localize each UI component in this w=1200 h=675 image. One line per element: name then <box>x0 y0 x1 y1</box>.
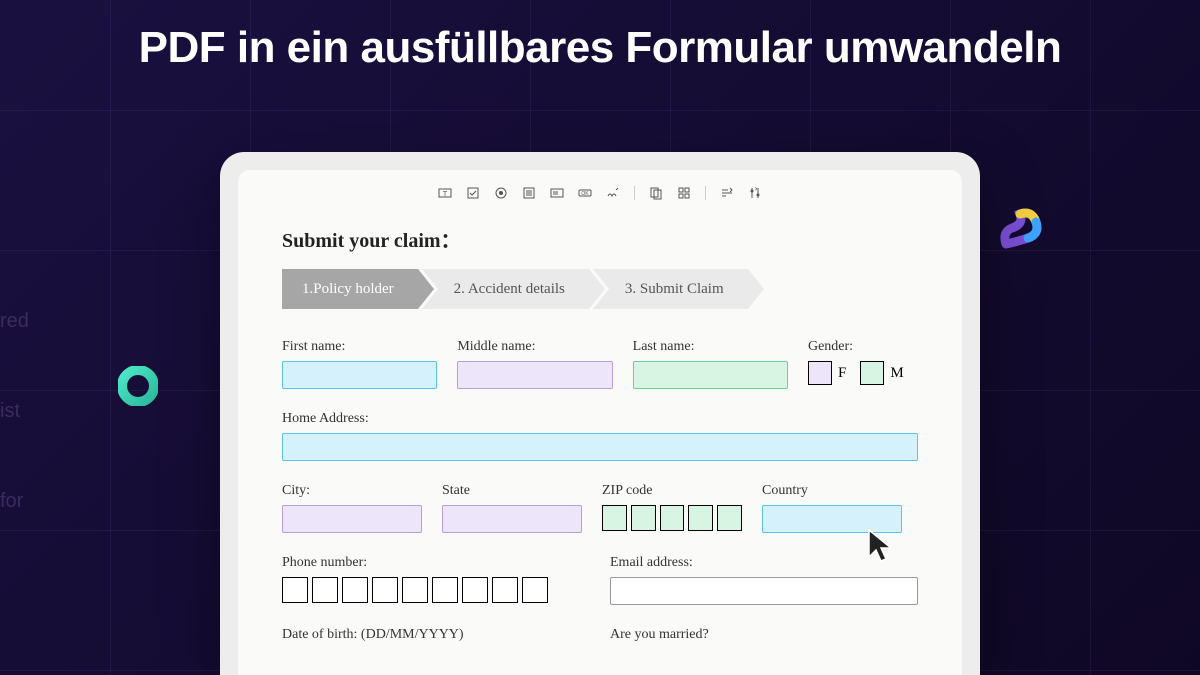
svg-text:OK: OK <box>581 191 589 197</box>
home-address-label: Home Address: <box>282 411 918 427</box>
first-name-input[interactable] <box>282 361 437 389</box>
gender-f-checkbox[interactable] <box>808 361 832 385</box>
settings-icon[interactable] <box>748 186 762 200</box>
middle-name-label: Middle name: <box>457 339 612 355</box>
last-name-label: Last name: <box>633 339 788 355</box>
list-icon[interactable] <box>522 186 536 200</box>
home-address-input[interactable] <box>282 433 918 461</box>
step-accident-details[interactable]: 2. Accident details <box>422 269 589 309</box>
phone-cell-5[interactable] <box>402 577 428 603</box>
form-document: Submit your claim： 1.Policy holder 2. Ac… <box>238 214 962 643</box>
phone-cell-4[interactable] <box>372 577 398 603</box>
zip-cell-5[interactable] <box>717 505 742 531</box>
align-icon[interactable] <box>720 186 734 200</box>
state-input[interactable] <box>442 505 582 533</box>
form-toolbar: T OK <box>238 182 962 214</box>
zip-cell-1[interactable] <box>602 505 627 531</box>
phone-cell-6[interactable] <box>432 577 458 603</box>
phone-cell-3[interactable] <box>342 577 368 603</box>
gender-label: Gender: <box>808 339 918 355</box>
step-submit-claim[interactable]: 3. Submit Claim <box>593 269 748 309</box>
text-field-icon[interactable]: T <box>438 186 452 200</box>
checkbox-icon[interactable] <box>466 186 480 200</box>
phone-cell-8[interactable] <box>492 577 518 603</box>
married-label: Are you married? <box>610 627 918 643</box>
phone-label: Phone number: <box>282 555 590 571</box>
torus-decoration <box>118 366 158 406</box>
email-input[interactable] <box>610 577 918 605</box>
page-headline: PDF in ein ausfüllbares Formular umwande… <box>0 0 1200 75</box>
step-breadcrumb: 1.Policy holder 2. Accident details 3. S… <box>282 269 918 309</box>
squiggle-decoration <box>994 200 1050 256</box>
signature-icon[interactable] <box>606 186 620 200</box>
gender-m-checkbox[interactable] <box>860 361 884 385</box>
radio-icon[interactable] <box>494 186 508 200</box>
country-label: Country <box>762 483 902 499</box>
dob-label: Date of birth: (DD/MM/YYYY) <box>282 627 590 643</box>
city-label: City: <box>282 483 422 499</box>
toolbar-separator <box>705 186 706 200</box>
step-policy-holder[interactable]: 1.Policy holder <box>282 269 418 309</box>
button-icon[interactable]: OK <box>578 186 592 200</box>
bg-text-1: red <box>0 310 29 333</box>
phone-cell-2[interactable] <box>312 577 338 603</box>
first-name-label: First name: <box>282 339 437 355</box>
copy-icon[interactable] <box>649 186 663 200</box>
city-input[interactable] <box>282 505 422 533</box>
form-title: Submit your claim： <box>282 224 918 253</box>
phone-cell-1[interactable] <box>282 577 308 603</box>
last-name-input[interactable] <box>633 361 788 389</box>
state-label: State <box>442 483 582 499</box>
cursor-icon <box>866 527 898 567</box>
zip-label: ZIP code <box>602 483 742 499</box>
grid-icon[interactable] <box>677 186 691 200</box>
svg-text:T: T <box>443 191 448 198</box>
zip-cell-2[interactable] <box>631 505 656 531</box>
zip-cell-4[interactable] <box>688 505 713 531</box>
gender-f-label: F <box>838 365 846 382</box>
toolbar-separator <box>634 186 635 200</box>
bg-text-3: for <box>0 490 23 513</box>
middle-name-input[interactable] <box>457 361 612 389</box>
zip-cell-3[interactable] <box>660 505 685 531</box>
phone-cell-7[interactable] <box>462 577 488 603</box>
app-screen: T OK Submit your claim： 1.Policy holder … <box>238 170 962 675</box>
tablet-frame: T OK Submit your claim： 1.Policy holder … <box>220 152 980 675</box>
bg-text-2: ist <box>0 400 20 423</box>
dropdown-icon[interactable] <box>550 186 564 200</box>
phone-cell-9[interactable] <box>522 577 548 603</box>
gender-m-label: M <box>890 365 903 382</box>
